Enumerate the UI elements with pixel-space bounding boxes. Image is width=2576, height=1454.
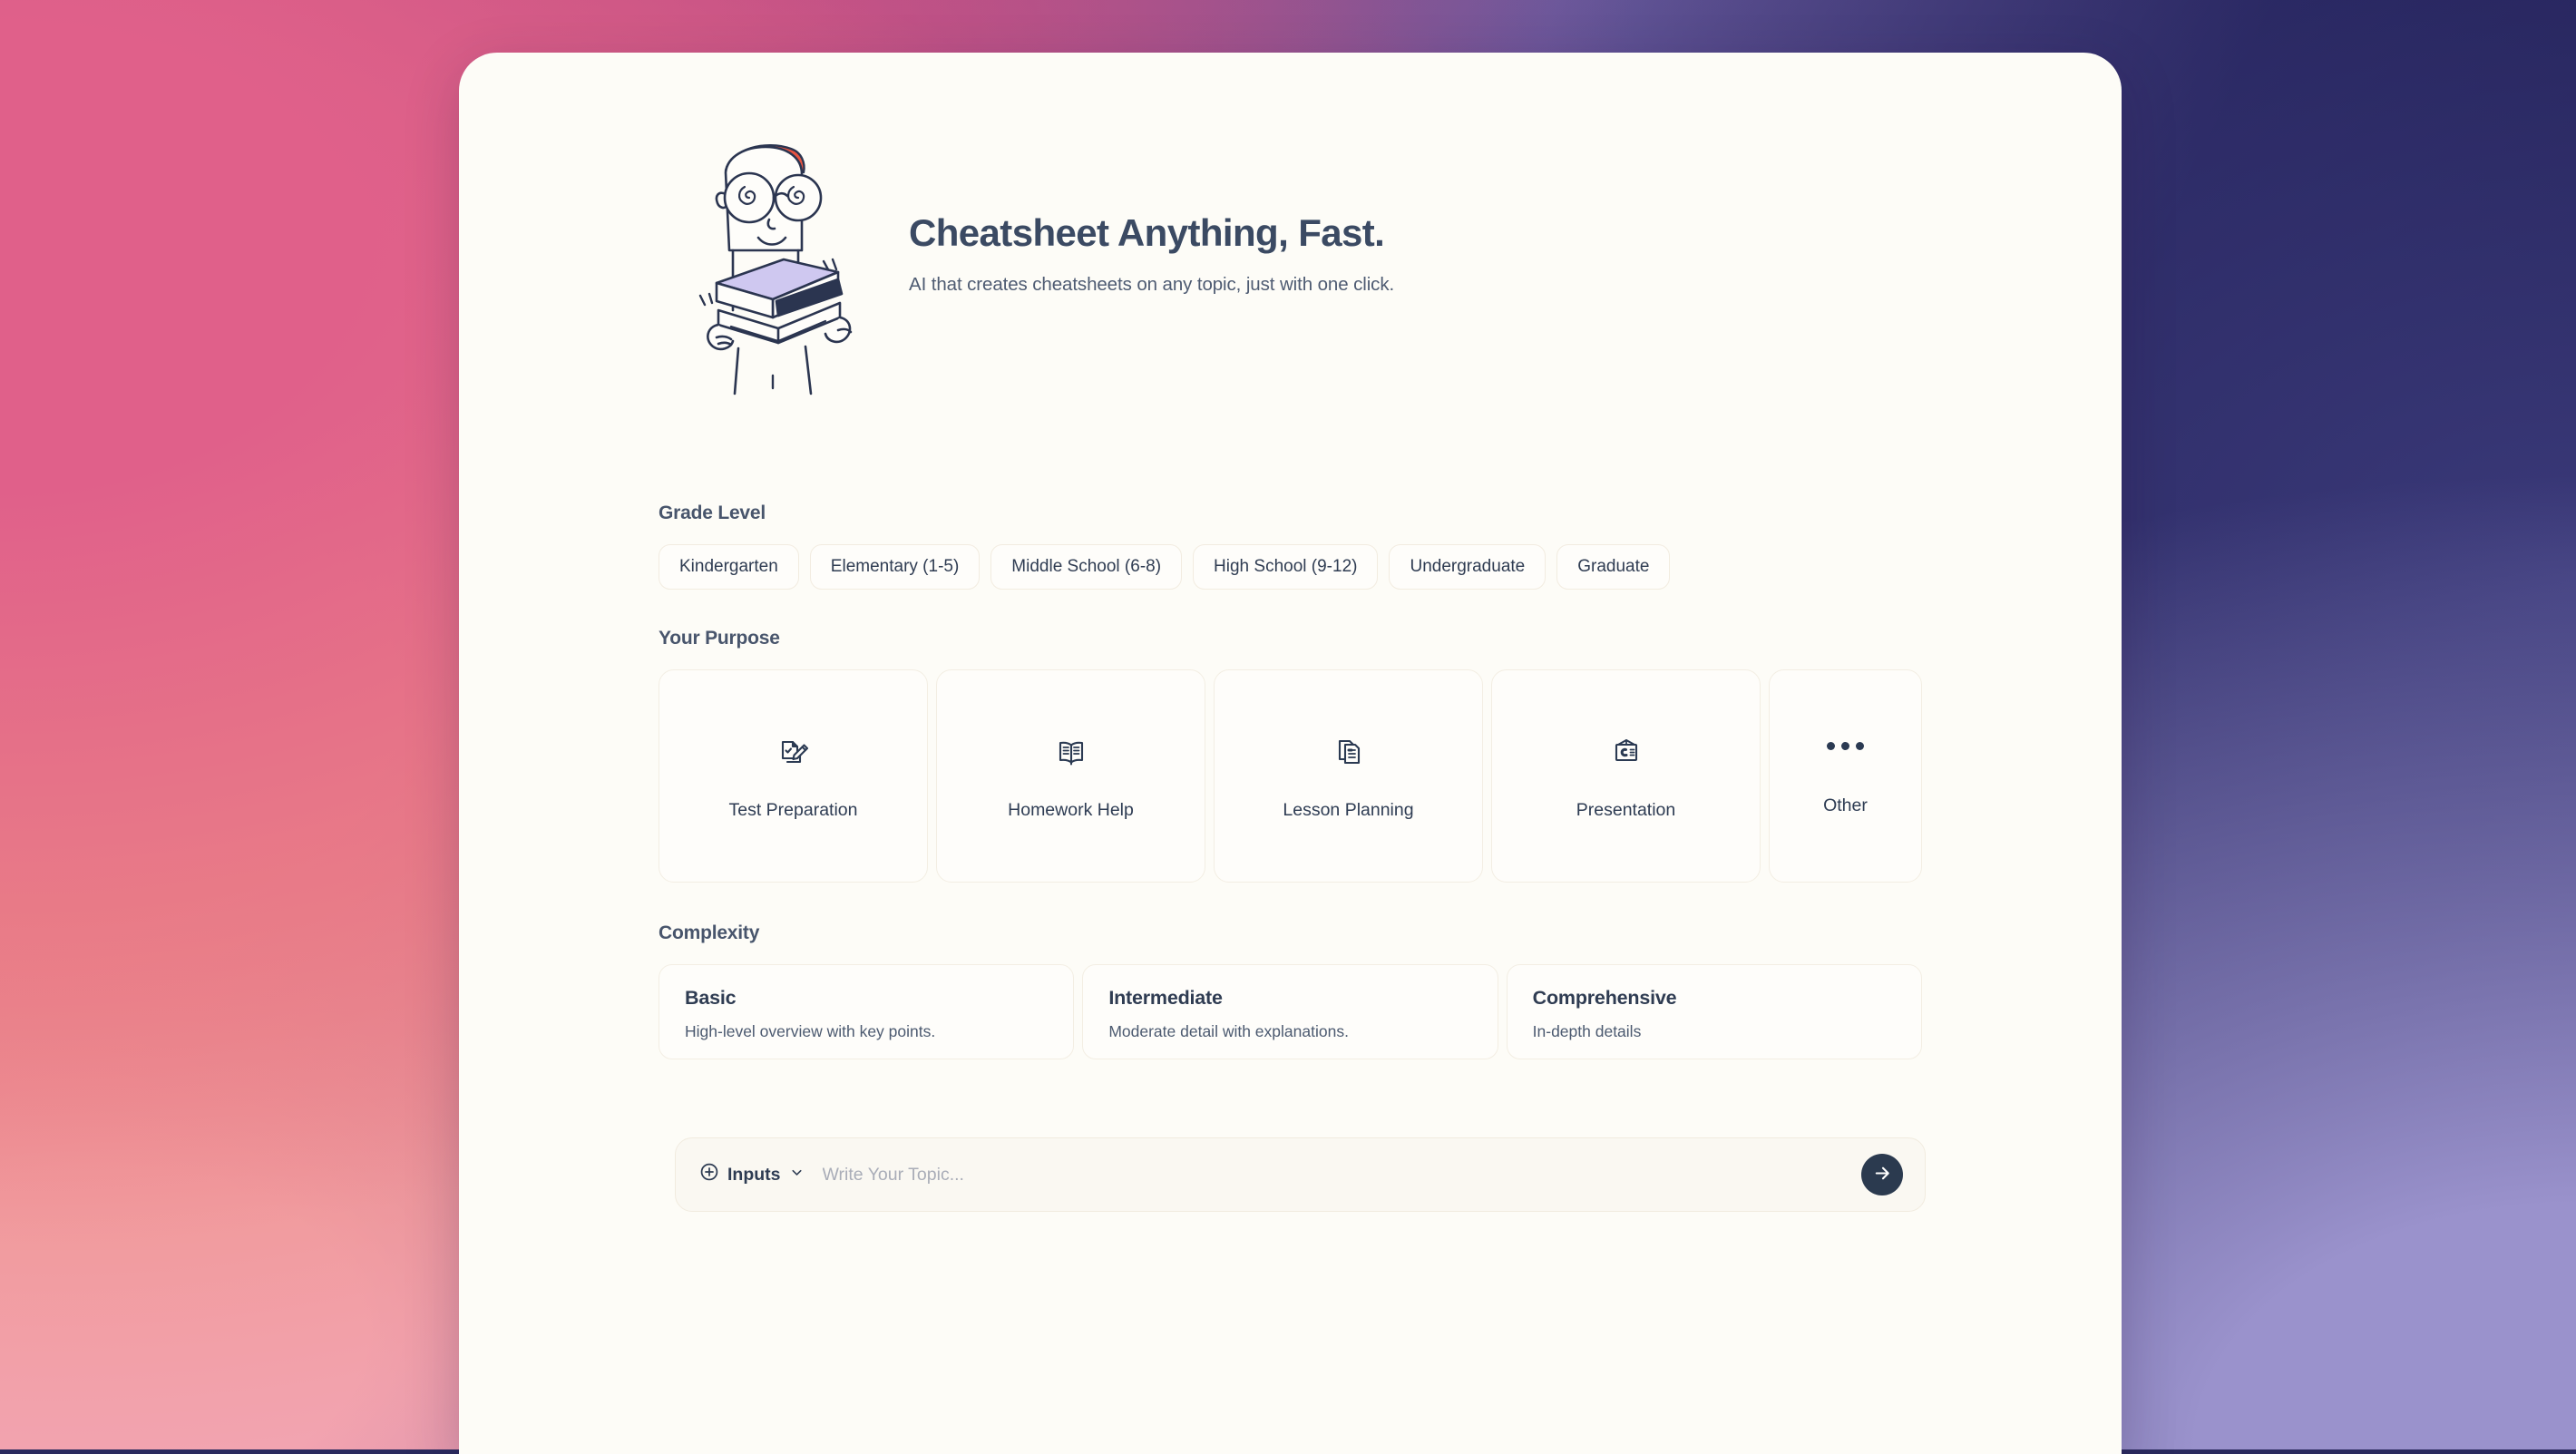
- complexity-heading: Complexity: [659, 922, 1922, 944]
- purpose-card-other[interactable]: Other: [1769, 669, 1922, 883]
- topic-composer-bar: Inputs: [675, 1137, 1926, 1212]
- purpose-card-lesson-planning[interactable]: Lesson Planning: [1214, 669, 1483, 883]
- complexity-card-basic[interactable]: Basic High-level overview with key point…: [659, 964, 1074, 1059]
- purpose-label: Other: [1823, 795, 1868, 816]
- grade-chip-graduate[interactable]: Graduate: [1556, 544, 1670, 590]
- grade-chip-high-school[interactable]: High School (9-12): [1193, 544, 1378, 590]
- grade-level-heading: Grade Level: [659, 503, 1922, 524]
- grade-chip-undergraduate[interactable]: Undergraduate: [1389, 544, 1546, 590]
- app-card: Cheatsheet Anything, Fast. AI that creat…: [459, 53, 2122, 1454]
- open-book-icon: [1053, 732, 1089, 772]
- purpose-label: Homework Help: [1008, 800, 1134, 821]
- presentation-board-icon: [1608, 732, 1644, 772]
- grade-level-section: Grade Level Kindergarten Elementary (1-5…: [659, 503, 1922, 590]
- topic-input[interactable]: [823, 1165, 1844, 1186]
- complexity-label: Comprehensive: [1533, 987, 1896, 1010]
- document-pencil-icon: [776, 732, 812, 772]
- inputs-dropdown-button[interactable]: Inputs: [699, 1162, 805, 1187]
- arrow-right-icon: [1872, 1163, 1893, 1186]
- copy-documents-icon: [1331, 732, 1367, 772]
- purpose-label: Lesson Planning: [1283, 800, 1413, 821]
- purpose-card-homework-help[interactable]: Homework Help: [936, 669, 1205, 883]
- purpose-label: Presentation: [1576, 800, 1676, 821]
- ellipsis-icon: [1827, 736, 1864, 756]
- purpose-card-presentation[interactable]: Presentation: [1491, 669, 1761, 883]
- complexity-section: Complexity Basic High-level overview wit…: [659, 922, 1922, 1059]
- purpose-section: Your Purpose Test Preparation: [659, 628, 1922, 883]
- page-title: Cheatsheet Anything, Fast.: [909, 212, 1394, 254]
- complexity-label: Intermediate: [1108, 987, 1471, 1010]
- purpose-heading: Your Purpose: [659, 628, 1922, 649]
- complexity-description: Moderate detail with explanations.: [1108, 1022, 1471, 1041]
- submit-button[interactable]: [1861, 1154, 1903, 1195]
- student-holding-books-illustration: [678, 123, 871, 395]
- purpose-options: Test Preparation Homework Help: [659, 669, 1922, 883]
- complexity-card-comprehensive[interactable]: Comprehensive In-depth details: [1507, 964, 1922, 1059]
- complexity-description: In-depth details: [1533, 1022, 1896, 1041]
- complexity-card-intermediate[interactable]: Intermediate Moderate detail with explan…: [1082, 964, 1498, 1059]
- chevron-down-icon: [789, 1165, 805, 1186]
- complexity-description: High-level overview with key points.: [685, 1022, 1048, 1041]
- plus-circle-icon: [699, 1162, 719, 1187]
- grade-level-options: Kindergarten Elementary (1-5) Middle Sch…: [659, 544, 1922, 590]
- purpose-card-test-preparation[interactable]: Test Preparation: [659, 669, 928, 883]
- complexity-options: Basic High-level overview with key point…: [659, 964, 1922, 1059]
- hero-section: Cheatsheet Anything, Fast. AI that creat…: [659, 53, 1922, 395]
- grade-chip-elementary[interactable]: Elementary (1-5): [810, 544, 981, 590]
- inputs-dropdown-label: Inputs: [727, 1165, 781, 1186]
- grade-chip-middle-school[interactable]: Middle School (6-8): [990, 544, 1182, 590]
- grade-chip-kindergarten[interactable]: Kindergarten: [659, 544, 799, 590]
- page-subtitle: AI that creates cheatsheets on any topic…: [909, 274, 1394, 296]
- purpose-label: Test Preparation: [729, 800, 858, 821]
- complexity-label: Basic: [685, 987, 1048, 1010]
